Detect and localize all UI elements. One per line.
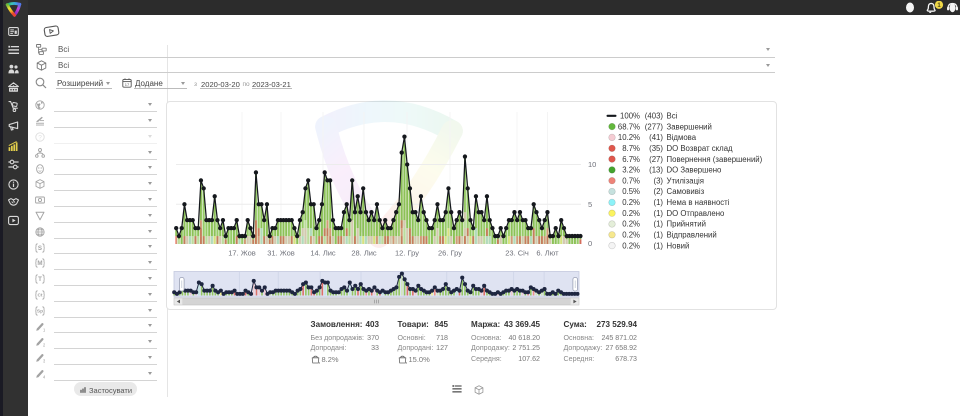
svg-text:(1): (1) xyxy=(653,198,663,207)
svg-text:14. Лис: 14. Лис xyxy=(310,249,336,258)
svg-text:6.7%: 6.7% xyxy=(622,155,640,164)
svg-text:Прийнятий: Прийнятий xyxy=(667,220,706,229)
svg-text:Відмова: Відмова xyxy=(667,133,697,142)
svg-text:23. Січ: 23. Січ xyxy=(505,249,529,258)
svg-text:68.7%: 68.7% xyxy=(618,122,640,131)
svg-text:28. Лис: 28. Лис xyxy=(351,249,377,258)
svg-text:Утилізація: Утилізація xyxy=(667,176,705,185)
svg-text:0.2%: 0.2% xyxy=(622,220,640,229)
svg-text:DO Возврат склад: DO Возврат склад xyxy=(667,144,734,153)
svg-text:17. Жов: 17. Жов xyxy=(228,249,256,258)
svg-text:(27): (27) xyxy=(649,155,663,164)
svg-text:0.2%: 0.2% xyxy=(622,241,640,250)
svg-text:0.5%: 0.5% xyxy=(622,187,640,196)
svg-text:0: 0 xyxy=(588,239,592,248)
svg-text:5: 5 xyxy=(588,200,592,209)
svg-text:(403): (403) xyxy=(645,112,664,121)
svg-text:10.2%: 10.2% xyxy=(618,133,640,142)
svg-text:DO Завершено: DO Завершено xyxy=(667,166,723,175)
svg-text:(41): (41) xyxy=(649,133,663,142)
svg-text:3.2%: 3.2% xyxy=(622,166,640,175)
svg-text:Всі: Всі xyxy=(667,112,678,121)
svg-text:10: 10 xyxy=(588,160,596,169)
svg-text:Нема в наявності: Нема в наявності xyxy=(667,198,730,207)
svg-text:0.2%: 0.2% xyxy=(622,209,640,218)
svg-text:6. Лют: 6. Лют xyxy=(536,249,559,258)
svg-text:(277): (277) xyxy=(645,122,664,131)
svg-text:Повернення (завершений): Повернення (завершений) xyxy=(667,155,763,164)
svg-text:0.7%: 0.7% xyxy=(622,176,640,185)
svg-text:8.7%: 8.7% xyxy=(622,144,640,153)
svg-text:Відправлений: Відправлений xyxy=(667,231,717,240)
svg-text:(13): (13) xyxy=(649,166,663,175)
svg-text:0.2%: 0.2% xyxy=(622,231,640,240)
svg-text:(2): (2) xyxy=(653,187,663,196)
svg-text:26. Гру: 26. Гру xyxy=(438,249,462,258)
svg-text:0.2%: 0.2% xyxy=(622,198,640,207)
svg-text:(1): (1) xyxy=(653,220,663,229)
svg-text:Самовивіз: Самовивіз xyxy=(667,187,705,196)
svg-text:x: x xyxy=(318,361,319,364)
svg-text:Новий: Новий xyxy=(667,241,690,250)
svg-text:(3): (3) xyxy=(653,176,663,185)
svg-text:100%: 100% xyxy=(620,112,640,121)
svg-text:(1): (1) xyxy=(653,231,663,240)
svg-text:(35): (35) xyxy=(649,144,663,153)
svg-text:x: x xyxy=(405,361,406,364)
svg-text:31. Жов: 31. Жов xyxy=(267,249,295,258)
svg-text:DO Отправлено: DO Отправлено xyxy=(667,209,726,218)
svg-text:(1): (1) xyxy=(653,241,663,250)
svg-text:(1): (1) xyxy=(653,209,663,218)
svg-text:Завершений: Завершений xyxy=(667,122,712,131)
svg-text:12. Гру: 12. Гру xyxy=(395,249,419,258)
